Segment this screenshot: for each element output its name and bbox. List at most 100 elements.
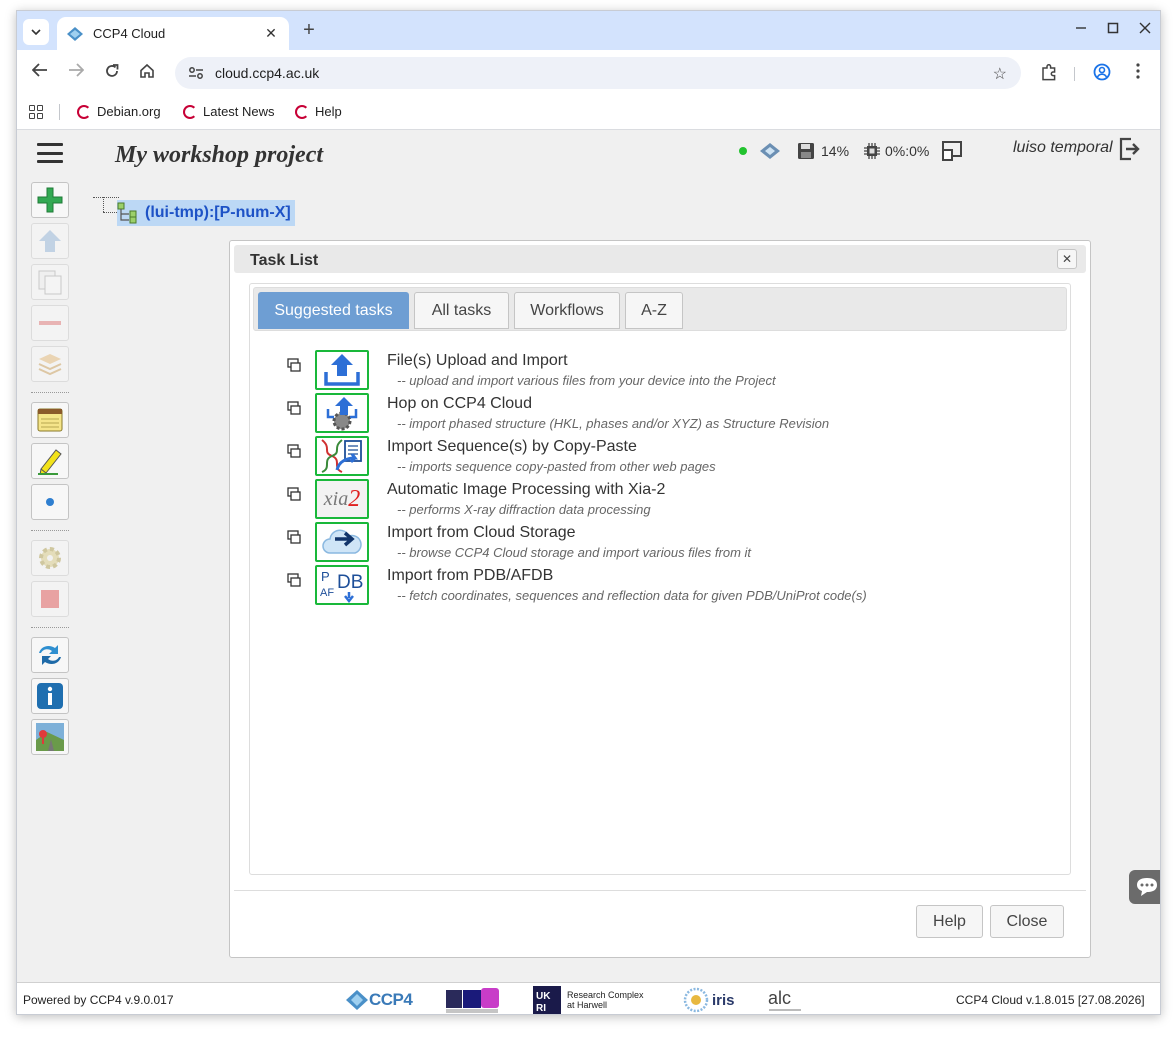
dialog-close-icon[interactable]: ✕: [1057, 249, 1077, 269]
task-title: Import from PDB/AFDB: [387, 567, 554, 584]
chat-button[interactable]: [1129, 870, 1160, 904]
expand-task-icon[interactable]: [287, 444, 301, 458]
address-bar[interactable]: cloud.ccp4.ac.uk ☆: [175, 57, 1021, 89]
tab-a-z[interactable]: A-Z: [625, 292, 683, 329]
dialog-titlebar[interactable]: Task List ✕: [234, 245, 1086, 273]
clone-job-button[interactable]: [31, 264, 69, 300]
version-text: CCP4 Cloud v.1.8.015 [27.08.2026]: [956, 993, 1145, 1007]
expand-task-icon[interactable]: [287, 358, 301, 372]
home-icon[interactable]: [137, 63, 157, 83]
task-description: -- performs X-ray diffraction data proce…: [397, 502, 651, 517]
bookmark-latest-news[interactable]: Latest News: [183, 104, 275, 119]
add-job-up-button[interactable]: [31, 223, 69, 259]
run-job-button[interactable]: [31, 540, 69, 576]
expand-task-icon[interactable]: [287, 573, 301, 587]
disk-usage[interactable]: 14%: [797, 140, 849, 162]
new-tab-icon[interactable]: +: [299, 20, 319, 41]
expand-task-icon[interactable]: [287, 401, 301, 415]
svg-text:alc: alc: [768, 988, 791, 1008]
stack-jobs-button[interactable]: [31, 346, 69, 382]
ccp4-logo[interactable]: CCP4: [345, 986, 413, 1014]
site-info-icon[interactable]: [185, 62, 207, 84]
tab-workflows[interactable]: Workflows: [514, 292, 620, 329]
logout-icon[interactable]: [1118, 137, 1140, 161]
chat-bubble-icon: [1137, 878, 1157, 896]
task-title: Hop on CCP4 Cloud: [387, 395, 532, 412]
project-tree-root[interactable]: (lui-tmp):[P-num-X]: [117, 200, 295, 226]
ccp4-favicon-icon: [67, 26, 83, 42]
user-name[interactable]: luiso temporal: [1013, 139, 1113, 157]
task-title: File(s) Upload and Import: [387, 352, 568, 369]
xia2-icon[interactable]: xia 2: [315, 479, 369, 519]
view-job-button[interactable]: [31, 484, 69, 520]
task-item[interactable]: Import Sequence(s) by Copy-Paste -- impo…: [287, 436, 1047, 479]
task-tabs-bar: Suggested tasks All tasks Workflows A-Z: [253, 287, 1067, 331]
blue-dot-icon: [46, 498, 54, 506]
tab-all-tasks[interactable]: All tasks: [414, 292, 509, 329]
forward-icon[interactable]: [66, 63, 86, 83]
iris-logo[interactable]: iris: [683, 986, 735, 1014]
notepad-button[interactable]: [31, 402, 69, 438]
bookmark-label: Latest News: [203, 104, 275, 119]
svg-text:UK: UK: [536, 991, 551, 1002]
back-icon[interactable]: [30, 63, 50, 83]
svg-text:P: P: [321, 569, 330, 584]
research-complex-logo[interactable]: UK RI Research Complex at Harwell: [533, 986, 651, 1014]
browser-tab-active[interactable]: CCP4 Cloud ✕: [57, 17, 289, 50]
stop-job-button[interactable]: [31, 581, 69, 617]
tab-suggested-tasks[interactable]: Suggested tasks: [258, 292, 409, 329]
tree-root-label: (lui-tmp):[P-num-X]: [145, 204, 291, 221]
cpu-usage-value: 0%:0%: [885, 143, 930, 159]
alc-logo[interactable]: alc: [767, 986, 805, 1014]
task-item[interactable]: Hop on CCP4 Cloud -- import phased struc…: [287, 393, 1047, 436]
task-item[interactable]: P AF DB Import from PDB/AFDB -- fetch coor…: [287, 565, 1047, 608]
ccp4-cloud-hop-icon[interactable]: [315, 393, 369, 433]
tab-strip: CCP4 Cloud ✕ +: [17, 11, 1160, 50]
bookmarks-bar: Debian.org Latest News Help: [17, 96, 1160, 130]
refresh-button[interactable]: [31, 637, 69, 673]
tab-close-icon[interactable]: ✕: [263, 25, 279, 42]
close-button[interactable]: Close: [990, 905, 1064, 938]
pdb-afdb-icon[interactable]: P AF DB: [315, 565, 369, 605]
sidebar-separator: [31, 392, 69, 393]
profile-icon[interactable]: [1092, 63, 1112, 83]
sequence-import-icon[interactable]: [315, 436, 369, 476]
add-job-button[interactable]: [31, 182, 69, 218]
browser-menu-icon[interactable]: [1128, 63, 1148, 83]
info-button[interactable]: [31, 678, 69, 714]
tab-search-dropdown[interactable]: [23, 19, 49, 45]
delete-job-button[interactable]: [31, 305, 69, 341]
browser-window: CCP4 Cloud ✕ + cloud.ccp4.ac.uk ☆ Debian…: [16, 10, 1161, 1015]
help-button[interactable]: Help: [916, 905, 983, 938]
svg-text:AF: AF: [320, 587, 334, 599]
expand-task-icon[interactable]: [287, 530, 301, 544]
main-menu-icon[interactable]: [37, 143, 63, 163]
bookmark-star-icon[interactable]: ☆: [993, 64, 1007, 84]
ccp4-status-icon[interactable]: [759, 140, 781, 162]
upload-import-icon[interactable]: [315, 350, 369, 390]
reload-icon[interactable]: [102, 63, 122, 83]
bookmark-help[interactable]: Help: [295, 104, 342, 119]
minimize-icon[interactable]: [1071, 20, 1091, 40]
window-close-icon[interactable]: [1135, 20, 1155, 40]
disk-save-icon: [798, 143, 814, 159]
bookmark-debian[interactable]: Debian.org: [77, 104, 161, 119]
window-split-icon[interactable]: [941, 140, 963, 162]
cloud-storage-icon[interactable]: [315, 522, 369, 562]
task-item[interactable]: Import from Cloud Storage -- browse CCP4…: [287, 522, 1047, 565]
apps-grid-icon[interactable]: [29, 105, 43, 119]
task-title: Import Sequence(s) by Copy-Paste: [387, 438, 637, 455]
task-title: Import from Cloud Storage: [387, 524, 576, 541]
maximize-icon[interactable]: [1103, 20, 1123, 40]
task-item[interactable]: File(s) Upload and Import -- upload and …: [287, 350, 1047, 393]
sidebar-separator: [31, 530, 69, 531]
edit-job-button[interactable]: [31, 443, 69, 479]
sidebar-separator: [31, 627, 69, 628]
roadmap-button[interactable]: [31, 719, 69, 755]
task-item[interactable]: xia 2 Automatic Image Processing with Xia…: [287, 479, 1047, 522]
ukri-logo[interactable]: [445, 986, 501, 1014]
expand-task-icon[interactable]: [287, 487, 301, 501]
cpu-usage[interactable]: 0%:0%: [863, 140, 929, 162]
dialog-footer-divider: [234, 890, 1086, 891]
extensions-icon[interactable]: [1039, 63, 1059, 83]
